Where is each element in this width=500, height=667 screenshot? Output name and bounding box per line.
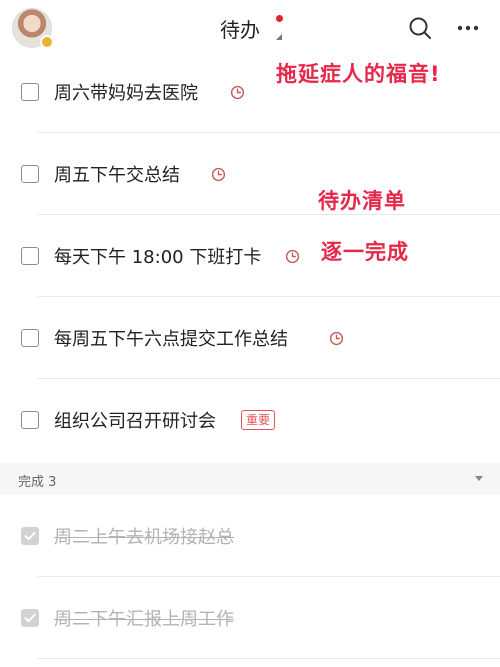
clock-icon [211,167,226,182]
todo-checkbox[interactable] [21,165,39,183]
more-icon[interactable] [456,18,480,38]
checked-checkbox[interactable] [21,527,39,545]
completed-section-label: 完成 3 [18,475,57,490]
checked-checkbox[interactable] [21,609,39,627]
notification-dot [276,15,283,22]
todo-text: 每周五下午六点提交工作总结 [54,329,288,350]
completed-text: 周二上午去机场接赵总 [54,527,234,548]
checkmark-icon [24,613,36,623]
todo-text: 组织公司召开研讨会 [54,411,216,432]
priority-tag: 重要 [241,410,276,430]
top-bar: 待办 [0,0,500,58]
completed-item[interactable]: 周二下午汇报上周工作 [0,577,500,659]
page-title[interactable]: 待办 [220,14,260,43]
todo-checkbox[interactable] [21,247,39,265]
todo-item[interactable]: 组织公司召开研讨会 重要 [0,379,500,461]
todo-item[interactable]: 每天下午 18:00 下班打卡 [0,215,500,297]
checkmark-icon [24,531,36,541]
clock-icon [230,85,245,100]
todo-text: 周六带妈妈去医院 [54,83,198,104]
clock-icon [329,331,344,346]
todo-text: 周五下午交总结 [54,165,180,186]
todo-text: 每天下午 18:00 下班打卡 [54,247,262,268]
title-dropdown-icon[interactable] [276,34,282,40]
divider [38,658,500,659]
chevron-down-icon[interactable] [475,476,483,481]
todo-item[interactable]: 周五下午交总结 [0,133,500,215]
todo-checkbox[interactable] [21,329,39,347]
avatar-badge-icon [40,35,54,49]
todo-item[interactable]: 每周五下午六点提交工作总结 [0,297,500,379]
todo-checkbox[interactable] [21,411,39,429]
todo-item[interactable]: 周六带妈妈去医院 [0,51,500,133]
completed-section-header[interactable]: 完成 3 [0,463,500,495]
todo-checkbox[interactable] [21,83,39,101]
search-icon[interactable] [408,16,432,40]
completed-item[interactable]: 周二上午去机场接赵总 [0,495,500,577]
completed-text: 周二下午汇报上周工作 [54,609,234,630]
avatar[interactable] [12,8,54,49]
clock-icon [285,249,300,264]
